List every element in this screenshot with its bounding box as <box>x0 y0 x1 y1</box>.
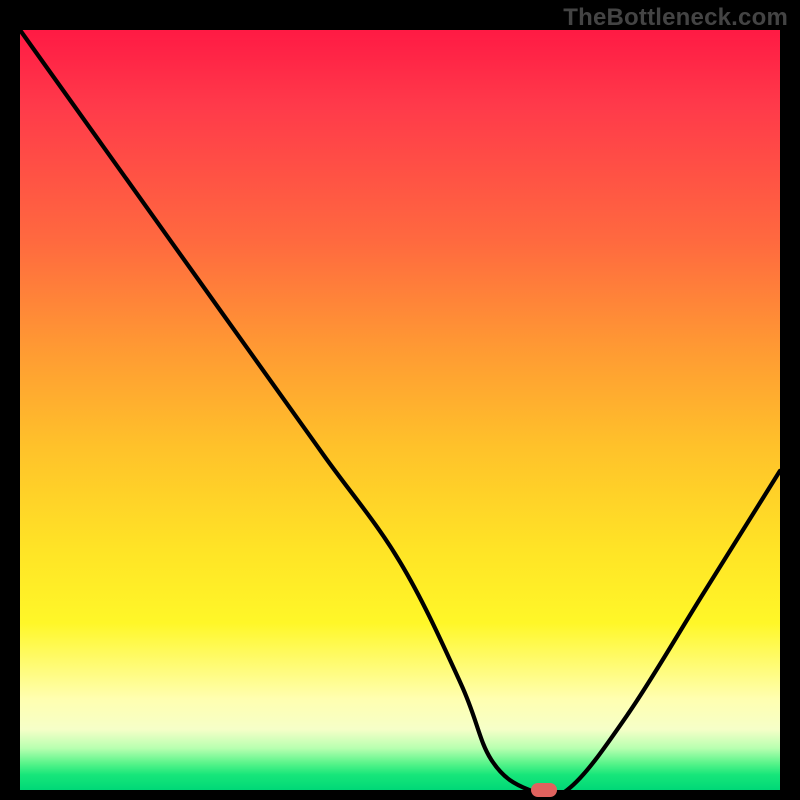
curve-layer <box>20 30 780 790</box>
chart-stage: TheBottleneck.com <box>0 0 800 800</box>
optimum-marker <box>531 783 557 797</box>
watermark-text: TheBottleneck.com <box>563 4 788 32</box>
plot-area <box>20 30 780 790</box>
bottleneck-curve <box>20 30 780 798</box>
